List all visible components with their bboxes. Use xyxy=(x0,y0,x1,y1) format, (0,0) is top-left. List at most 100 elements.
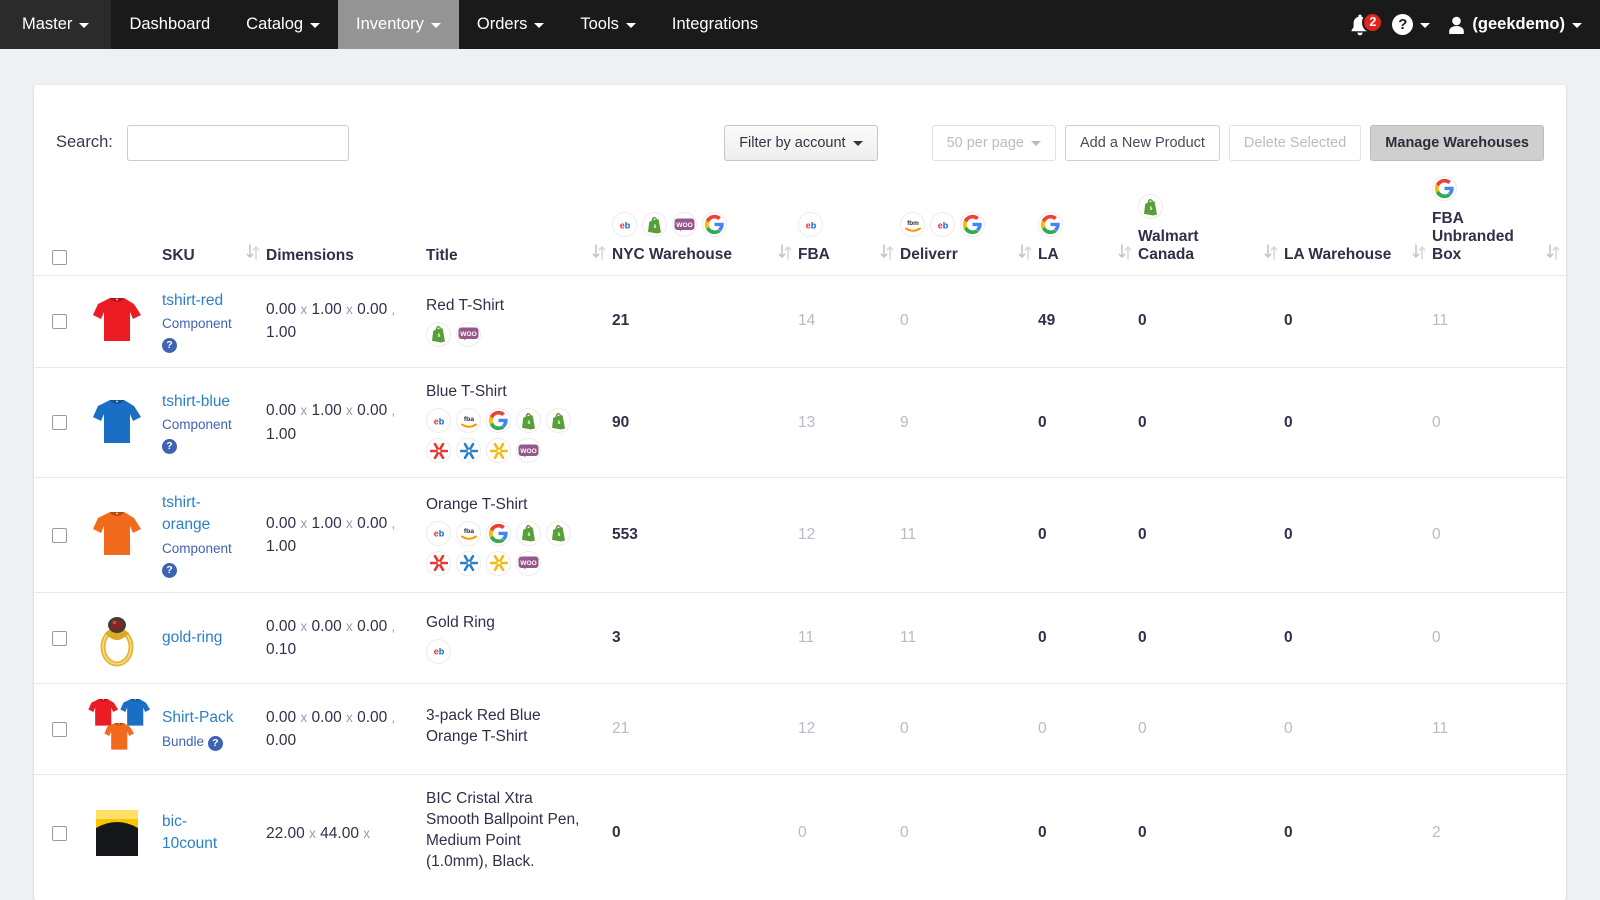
svg-text:s: s xyxy=(1149,204,1152,212)
svg-text:WOO: WOO xyxy=(460,331,476,338)
la-sort-button[interactable] xyxy=(1112,171,1138,275)
sku-sort-button[interactable] xyxy=(240,171,266,275)
svg-text:s: s xyxy=(653,222,656,230)
help-icon[interactable]: ? xyxy=(162,438,177,454)
sku-link[interactable]: Shirt-Pack xyxy=(162,709,234,726)
row-checkbox[interactable] xyxy=(52,825,67,841)
nav-item-orders[interactable]: Orders xyxy=(459,0,562,49)
row-checkbox[interactable] xyxy=(52,630,67,646)
nav-item-catalog[interactable]: Catalog xyxy=(228,0,338,49)
table-row[interactable]: tshirt-blue Component ? 0.00 x 1.00 x 0.0… xyxy=(34,367,1566,478)
qty-spacer xyxy=(1258,275,1284,368)
help-icon[interactable]: ? xyxy=(162,337,177,353)
qty-spacer xyxy=(772,593,798,684)
add-new-product-button[interactable]: Add a New Product xyxy=(1064,124,1220,161)
table-row[interactable]: Shirt-Pack Bundle ? 0.00 x 0.00 x 0.00 ,0… xyxy=(34,683,1566,775)
page-body: Search: Filter by account 50 per page Ad… xyxy=(0,49,1600,900)
shopify-icon: s xyxy=(546,520,571,546)
shopify-icon: s xyxy=(516,520,541,546)
la-warehouse-label: LA Warehouse xyxy=(1284,246,1392,264)
row-checkbox[interactable] xyxy=(52,721,67,737)
title-link[interactable]: Orange T-Shirt xyxy=(426,496,527,513)
qty-spacer xyxy=(1258,775,1284,892)
ebay-icon: eb xyxy=(426,408,451,434)
table-row[interactable]: gold-ring 0.00 x 0.00 x 0.00 , 0.10 Gold … xyxy=(34,592,1566,684)
select-all-checkbox[interactable] xyxy=(52,249,67,265)
help-icon[interactable]: ? xyxy=(207,735,223,751)
row-checkbox[interactable] xyxy=(52,415,67,431)
per-page-select[interactable]: 50 per page xyxy=(931,124,1056,161)
qty-cell: 0 xyxy=(1138,824,1147,842)
walmart-spark-red-icon xyxy=(426,438,451,464)
title-link[interactable]: 3-pack Red Blue Orange T-Shirt xyxy=(426,707,541,745)
qty-spacer xyxy=(1540,593,1566,684)
search-input[interactable] xyxy=(126,124,349,161)
nav-item-tools[interactable]: Tools xyxy=(562,0,654,49)
deliverr-sort-button[interactable] xyxy=(1012,171,1038,275)
toolbar-actions: Filter by account 50 per page Add a New … xyxy=(724,124,1544,161)
svg-text:fba: fba xyxy=(463,416,473,423)
sort-icon xyxy=(880,243,894,265)
nav-item-dashboard[interactable]: Dashboard xyxy=(111,0,228,49)
qty-spacer xyxy=(1406,368,1432,478)
qty-spacer xyxy=(874,275,900,368)
table-row[interactable]: bic-10count 22.00 x 44.00 x BIC Cristal … xyxy=(34,774,1566,892)
nav-brand-master[interactable]: Master xyxy=(0,0,112,49)
nav-item-inventory[interactable]: Inventory xyxy=(338,0,459,49)
sort-icon xyxy=(1118,243,1132,265)
sku-link[interactable]: tshirt-blue xyxy=(162,393,230,410)
user-menu[interactable]: (geekdemo) xyxy=(1448,15,1582,34)
walmart-canada-sort-button[interactable] xyxy=(1258,171,1284,275)
qty-spacer xyxy=(772,684,798,775)
title-link[interactable]: Red T-Shirt xyxy=(426,297,504,314)
filter-by-account-button[interactable]: Filter by account xyxy=(724,124,878,161)
title-cell: BIC Cristal Xtra Smooth Ballpoint Pen, M… xyxy=(426,775,586,892)
qty-cell: 3 xyxy=(612,629,621,647)
help-icon[interactable]: ? xyxy=(162,562,177,578)
sku-link[interactable]: tshirt-red xyxy=(162,292,223,309)
sort-icon xyxy=(1018,243,1032,265)
row-kind: Component ? xyxy=(162,415,240,454)
la-warehouse-sort-button[interactable] xyxy=(1406,171,1432,275)
qty-cell: 0 xyxy=(1138,312,1147,330)
svg-text:s: s xyxy=(557,418,560,426)
help-button[interactable]: ? xyxy=(1392,14,1431,35)
notifications-button[interactable]: 2 xyxy=(1346,11,1384,36)
nav-item-integrations[interactable]: Integrations xyxy=(654,0,776,49)
sku-link[interactable]: tshirt-orange xyxy=(162,494,210,533)
row-checkbox[interactable] xyxy=(52,527,67,543)
title-cell: 3-pack Red Blue Orange T-Shirt xyxy=(426,684,586,775)
chevron-down-icon xyxy=(1420,23,1431,28)
fba-unbranded-box-sort-button[interactable] xyxy=(1540,171,1566,275)
title-link[interactable]: Gold Ring xyxy=(426,614,495,631)
dimensions-cell: 22.00 x 44.00 x xyxy=(266,824,371,842)
ebay-icon: eb xyxy=(426,638,451,664)
svg-text:fba: fba xyxy=(463,528,473,535)
shopify-icon: s xyxy=(642,212,667,238)
sku-link[interactable]: bic-10count xyxy=(162,813,217,852)
row-select-cell xyxy=(34,775,86,892)
row-checkbox[interactable] xyxy=(52,313,67,329)
qty-cell: 0 xyxy=(1138,629,1147,647)
manage-warehouses-button[interactable]: Manage Warehouses xyxy=(1370,124,1544,161)
svg-text:eb: eb xyxy=(433,529,444,539)
title-link[interactable]: Blue T-Shirt xyxy=(426,383,507,400)
google-icon xyxy=(960,212,985,238)
qty-spacer xyxy=(772,368,798,478)
nyc-warehouse-sort-button[interactable] xyxy=(772,171,798,275)
title-link[interactable]: BIC Cristal Xtra Smooth Ballpoint Pen, M… xyxy=(426,790,579,870)
fba-sort-button[interactable] xyxy=(874,171,900,275)
orange-tshirt-thumbnail xyxy=(86,504,148,566)
sku-link[interactable]: gold-ring xyxy=(162,629,222,646)
qty-cell: 49 xyxy=(1038,312,1056,330)
thumbnail-cell xyxy=(86,775,162,892)
nav-item-label: Tools xyxy=(580,15,619,33)
la-header: LA xyxy=(1038,171,1112,275)
delete-selected-button[interactable]: Delete Selected xyxy=(1228,124,1362,161)
svg-text:WOO: WOO xyxy=(520,448,536,455)
table-row[interactable]: tshirt-orange Component ? 0.00 x 1.00 x 0… xyxy=(34,477,1566,593)
title-sort-button[interactable] xyxy=(586,171,612,275)
row-kind: Bundle ? xyxy=(162,732,240,752)
qty-spacer xyxy=(1012,775,1038,892)
table-row[interactable]: tshirt-red Component ? 0.00 x 1.00 x 0.00… xyxy=(34,275,1566,368)
